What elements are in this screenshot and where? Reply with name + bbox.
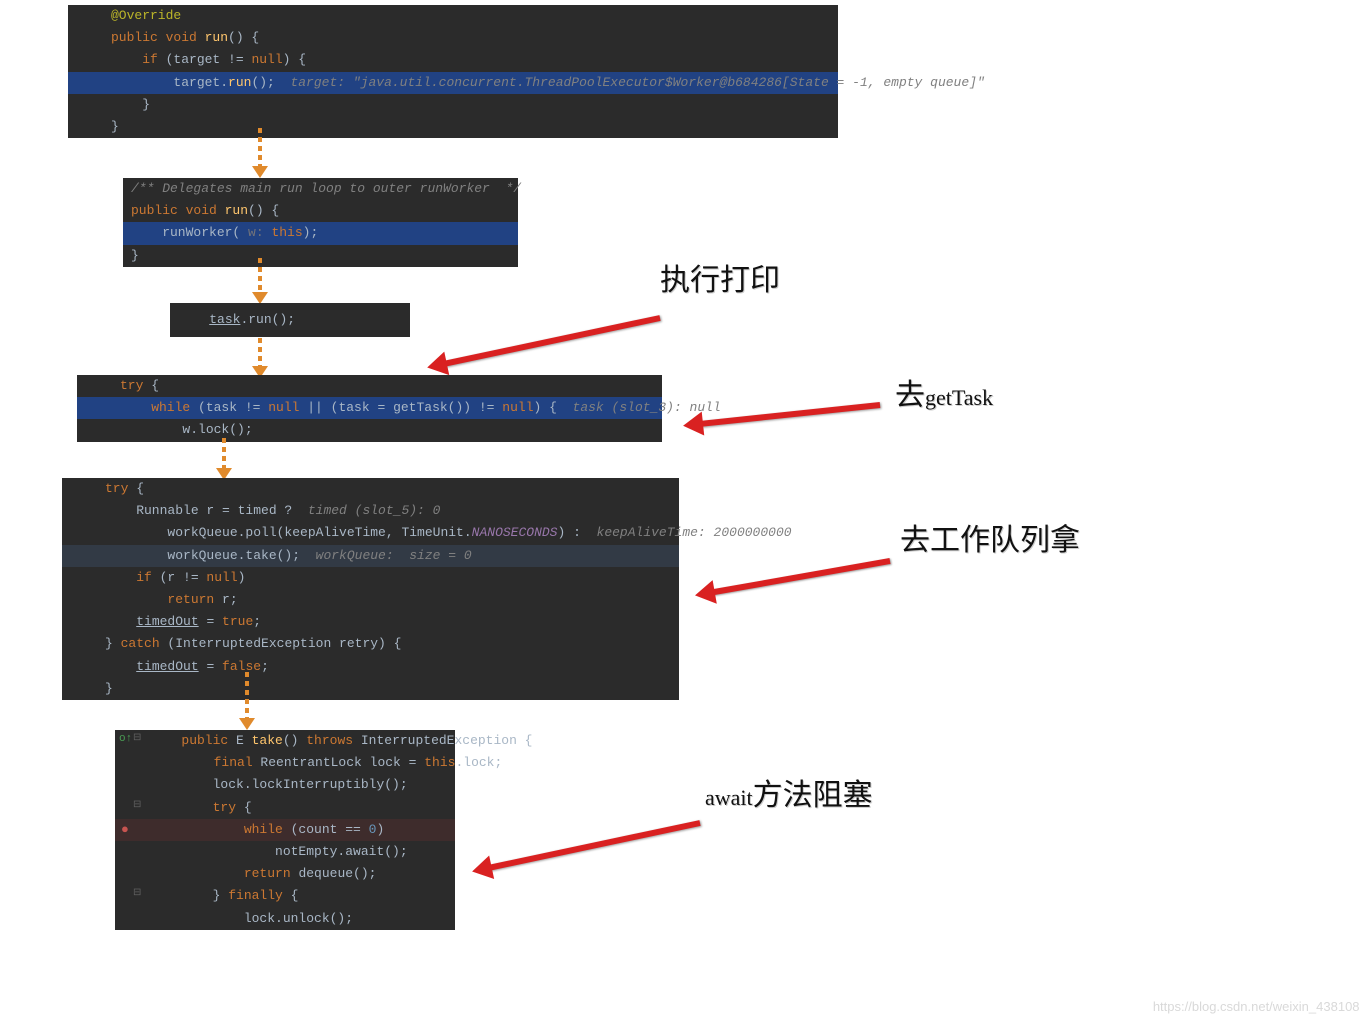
code-block-while-gettask: try { while (task != null || (task = get… [77,375,662,442]
code-block-take: o↑⊟ public E take() throws InterruptedEx… [115,730,455,930]
fold-icon: ⊟ [133,732,141,746]
arrow-queue [712,558,890,595]
highlighted-line: target.run(); target: "java.util.concurr… [68,72,838,94]
arrow-gettask [701,402,881,427]
flow-arrow-2 [258,258,262,294]
code-block-workqueue: try { Runnable r = timed ? timed (slot_5… [62,478,679,700]
fold-icon: ⊟ [133,887,141,901]
code-block-run-override: @Override public void run() { if (target… [68,5,838,138]
label-queue: 去工作队列拿 [900,515,1080,559]
highlighted-line: workQueue.take(); workQueue: size = 0 [62,545,679,567]
highlighted-line: runWorker( w: this); [123,222,518,244]
label-gettask: 去getTask [895,370,993,414]
flow-arrow-3 [258,338,262,368]
annotation: @Override [111,8,181,23]
arrow-print [444,315,660,367]
override-gutter-icon: o↑ [119,732,132,747]
code-block-delegate-run: /** Delegates main run loop to outer run… [123,178,518,267]
flow-arrow-5 [245,672,249,720]
breakpoint-line: ● while (count == 0) [115,819,455,841]
breakpoint-icon: ● [121,821,129,839]
label-print: 执行打印 [660,255,780,299]
flow-arrow-4 [222,438,226,470]
watermark: https://blog.csdn.net/weixin_43810802 [1153,999,1360,1014]
fold-icon: ⊟ [133,799,141,813]
arrow-await [489,820,701,871]
code-block-task-run: task.run(); [170,303,410,337]
highlighted-line: while (task != null || (task = getTask()… [77,397,662,419]
label-await: await方法阻塞 [705,770,873,814]
flow-arrow-1 [258,128,262,168]
